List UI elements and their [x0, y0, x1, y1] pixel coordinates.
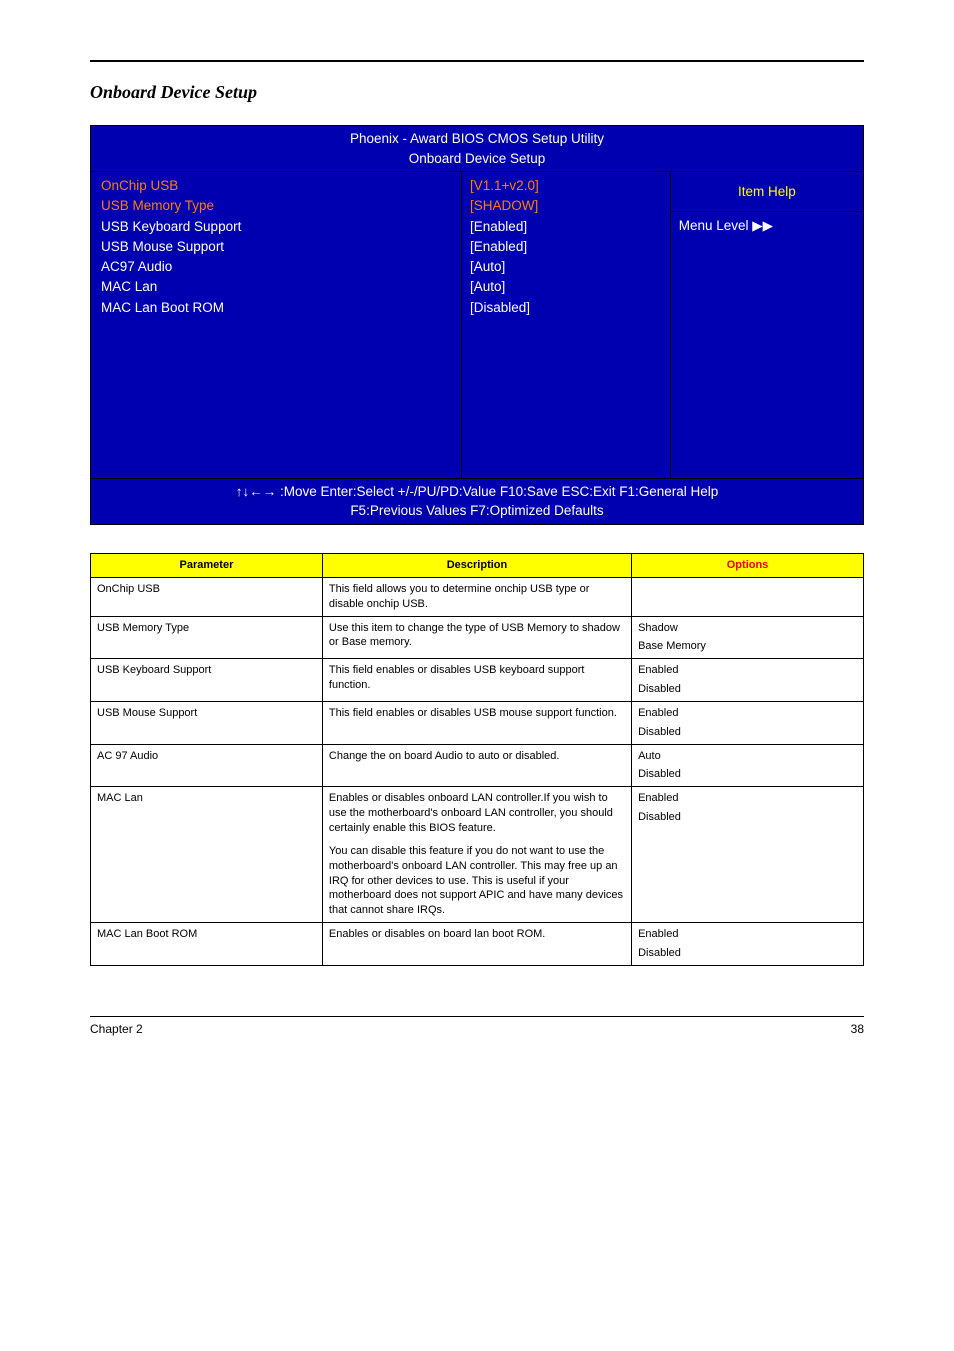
- bios-footer: ↑↓←→ :Move Enter:Select +/-/PU/PD:Value …: [91, 478, 864, 524]
- label-usb-mouse: USB Mouse Support: [101, 239, 224, 254]
- table-row: MAC Lan Boot ROM Enables or disables on …: [91, 923, 864, 966]
- label-mac-lan: MAC Lan: [101, 279, 157, 294]
- opt2: Disabled: [638, 768, 681, 780]
- value-usb-mouse: [Enabled]: [470, 239, 527, 254]
- value-onchip-usb: [V1.1+v2.0]: [470, 178, 539, 193]
- value-mac-lan-boot: [Disabled]: [470, 300, 530, 315]
- table-row: MAC Lan Enables or disables onboard LAN …: [91, 787, 864, 923]
- opt2: Disabled: [638, 811, 681, 823]
- menu-level-label: Menu Level ▶▶: [671, 212, 863, 240]
- opt2: Disabled: [638, 947, 681, 959]
- value-mac-lan: [Auto]: [470, 279, 505, 294]
- desc-p2: You can disable this feature if you do n…: [329, 844, 625, 918]
- opt2: Disabled: [638, 726, 681, 738]
- bios-values-col: [V1.1+v2.0] [SHADOW] [Enabled] [Enabled]…: [462, 172, 671, 479]
- opt1: Enabled: [638, 707, 678, 719]
- opt2: Disabled: [638, 683, 681, 695]
- table-row: AC 97 Audio Change the on board Audio to…: [91, 744, 864, 787]
- label-mac-lan-boot: MAC Lan Boot ROM: [101, 300, 224, 315]
- opt1: Enabled: [638, 928, 678, 940]
- th-parameter: Parameter: [91, 554, 323, 578]
- desc-cell: Enables or disables on board lan boot RO…: [322, 923, 631, 966]
- table-row: USB Memory Type Use this item to change …: [91, 616, 864, 659]
- opt-cell: Enabled Disabled: [632, 923, 864, 966]
- bios-box: Phoenix - Award BIOS CMOS Setup Utility …: [90, 125, 864, 525]
- opt-cell: Shadow Base Memory: [632, 616, 864, 659]
- desc-cell: This field enables or disables USB keybo…: [322, 659, 631, 702]
- parameter-table: Parameter Description Options OnChip USB…: [90, 553, 864, 966]
- opt-cell: Enabled Disabled: [632, 659, 864, 702]
- desc-cell: Enables or disables onboard LAN controll…: [322, 787, 631, 923]
- label-onchip-usb: OnChip USB: [101, 178, 178, 193]
- opt2: Base Memory: [638, 640, 706, 652]
- param-cell: MAC Lan: [91, 787, 323, 923]
- param-cell: USB Memory Type: [91, 616, 323, 659]
- opt1: Auto: [638, 750, 661, 762]
- table-row: OnChip USB This field allows you to dete…: [91, 577, 864, 616]
- opt-cell: Enabled Disabled: [632, 787, 864, 923]
- bios-footer-line2: F5:Previous Values F7:Optimized Defaults: [350, 503, 603, 518]
- value-ac97: [Auto]: [470, 259, 505, 274]
- bios-labels-col: OnChip USB USB Memory Type USB Keyboard …: [91, 172, 462, 479]
- desc-cell: This field enables or disables USB mouse…: [322, 701, 631, 744]
- section-title: Onboard Device Setup: [90, 60, 864, 103]
- param-cell: USB Keyboard Support: [91, 659, 323, 702]
- label-ac97: AC97 Audio: [101, 259, 172, 274]
- desc-p1: Enables or disables onboard LAN controll…: [329, 791, 625, 836]
- th-description: Description: [322, 554, 631, 578]
- label-usb-memory-type: USB Memory Type: [101, 198, 214, 213]
- item-help-label: Item Help: [671, 172, 863, 212]
- opt-cell: Auto Disabled: [632, 744, 864, 787]
- param-cell: MAC Lan Boot ROM: [91, 923, 323, 966]
- opt-cell: [632, 577, 864, 616]
- bios-header: Phoenix - Award BIOS CMOS Setup Utility …: [91, 126, 864, 172]
- bios-footer-line1: ↑↓←→ :Move Enter:Select +/-/PU/PD:Value …: [236, 484, 719, 499]
- desc-cell: Change the on board Audio to auto or dis…: [322, 744, 631, 787]
- param-cell: OnChip USB: [91, 577, 323, 616]
- footer-chapter: Chapter 2: [90, 1022, 143, 1036]
- desc-cell: Use this item to change the type of USB …: [322, 616, 631, 659]
- footer-page-number: 38: [851, 1022, 864, 1036]
- opt1: Enabled: [638, 792, 678, 804]
- value-usb-keyboard: [Enabled]: [470, 219, 527, 234]
- table-row: USB Mouse Support This field enables or …: [91, 701, 864, 744]
- page-footer: Chapter 2 38: [90, 1016, 864, 1036]
- bios-header-line2: Onboard Device Setup: [409, 151, 546, 166]
- param-cell: USB Mouse Support: [91, 701, 323, 744]
- bios-header-line1: Phoenix - Award BIOS CMOS Setup Utility: [350, 131, 604, 146]
- opt1: Enabled: [638, 664, 678, 676]
- th-options: Options: [632, 554, 864, 578]
- label-usb-keyboard: USB Keyboard Support: [101, 219, 241, 234]
- opt1: Shadow: [638, 622, 678, 634]
- param-cell: AC 97 Audio: [91, 744, 323, 787]
- desc-cell: This field allows you to determine onchi…: [322, 577, 631, 616]
- table-row: USB Keyboard Support This field enables …: [91, 659, 864, 702]
- bios-help-col: Item Help Menu Level ▶▶: [670, 172, 863, 479]
- value-usb-memory-type: [SHADOW]: [470, 198, 538, 213]
- opt-cell: Enabled Disabled: [632, 701, 864, 744]
